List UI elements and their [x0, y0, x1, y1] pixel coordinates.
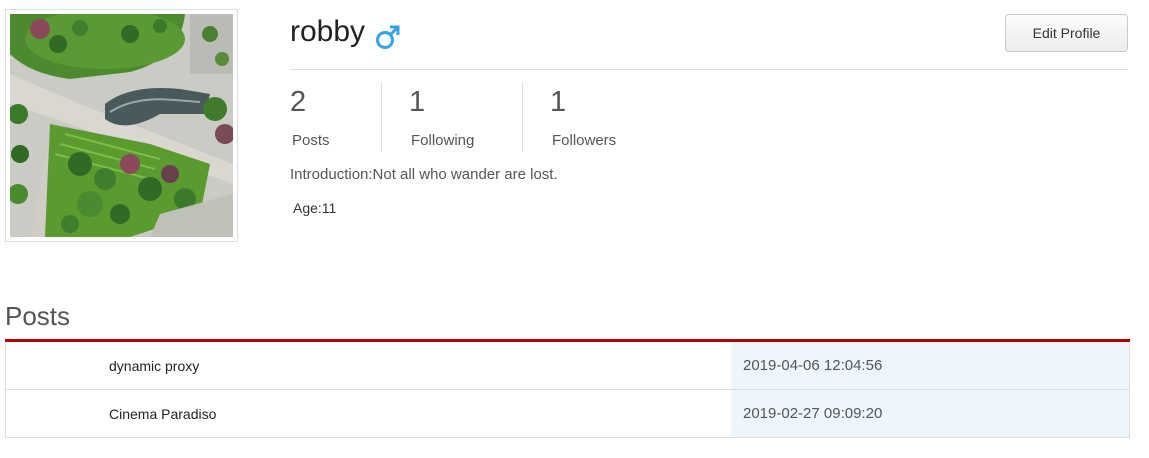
avatar-image	[10, 14, 233, 237]
stat-posts-label: Posts	[292, 132, 330, 149]
post-date: 2019-02-27 09:09:20	[731, 390, 1129, 437]
table-row: Cinema Paradiso 2019-02-27 09:09:20	[5, 390, 1130, 438]
stat-posts-value: 2	[290, 86, 307, 118]
header-divider	[290, 69, 1128, 70]
post-date: 2019-04-06 12:04:56	[731, 342, 1129, 389]
post-title-link[interactable]: Cinema Paradiso	[6, 390, 731, 437]
male-symbol-icon	[375, 21, 401, 49]
posts-table: dynamic proxy 2019-04-06 12:04:56 Cinema…	[5, 339, 1130, 438]
stat-posts[interactable]: 2 Posts	[290, 82, 380, 152]
stat-following-label: Following	[411, 132, 475, 149]
avatar	[5, 9, 238, 242]
stat-followers-value: 1	[550, 86, 567, 118]
edit-profile-button[interactable]: Edit Profile	[1005, 14, 1128, 52]
username-heading: robby	[290, 12, 401, 52]
username-text: robby	[290, 15, 366, 48]
stat-followers-label: Followers	[552, 132, 617, 149]
table-row: dynamic proxy 2019-04-06 12:04:56	[5, 342, 1130, 390]
posts-section-title: Posts	[5, 301, 71, 331]
stat-following[interactable]: 1 Following	[381, 82, 522, 152]
age-text: Age:11	[293, 200, 337, 216]
introduction-text: Introduction:Not all who wander are lost…	[290, 166, 558, 183]
post-title-link[interactable]: dynamic proxy	[6, 342, 731, 389]
stat-following-value: 1	[409, 86, 426, 118]
stat-followers[interactable]: 1 Followers	[522, 82, 672, 152]
